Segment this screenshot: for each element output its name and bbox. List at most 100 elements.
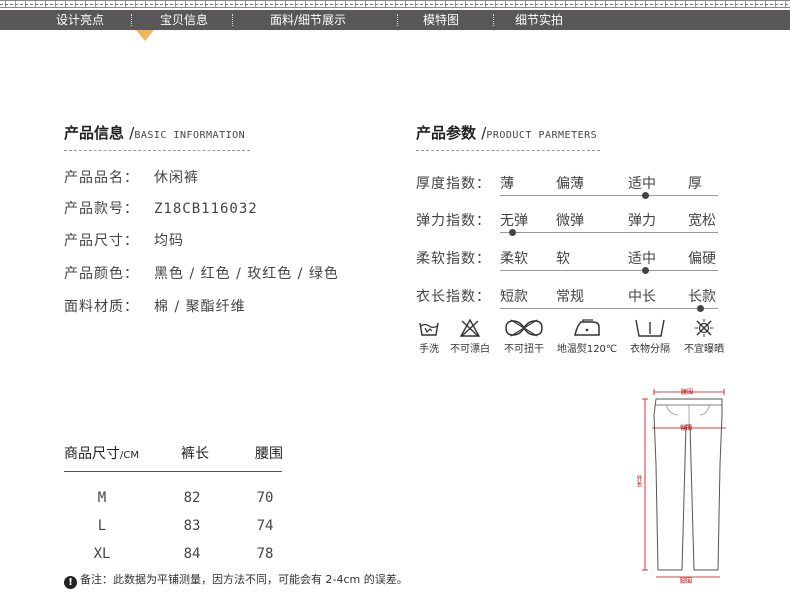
size-header-name: 商品尺寸/CM [64, 443, 139, 463]
param-option: 弹力 [628, 213, 656, 229]
nav-tab-fabric[interactable]: 面料/细节展示 [270, 10, 346, 30]
param-option: 宽松 [688, 213, 716, 229]
nav-divider [397, 14, 398, 26]
size-name-cell: M [97, 490, 107, 506]
product-params-title: 产品参数 /PRODUCT PARMETERS [416, 124, 598, 142]
param-scale-line [500, 195, 718, 196]
param-label: 弹力指数： [416, 213, 491, 229]
param-option: 适中 [628, 251, 656, 267]
info-label: 产品颜色： [64, 266, 139, 282]
hip-label: 臀围 [680, 425, 693, 432]
care-label: 地温熨120℃ [556, 344, 618, 355]
param-label: 衣长指数： [416, 289, 491, 305]
product-info-subtitle: BASIC INFORMATION [134, 130, 246, 141]
nav-divider [493, 14, 494, 26]
product-params-heading: 产品参数 [416, 124, 477, 142]
size-value-cell: 70 [256, 490, 274, 506]
care-label: 不可扭干 [504, 344, 544, 355]
care-label: 不可漂白 [450, 344, 490, 355]
info-value: Z18CB116032 [154, 201, 258, 217]
care-item: 手洗 [416, 318, 442, 355]
nav-active-pointer-icon [136, 30, 154, 41]
care-item: 地温熨120℃ [556, 318, 618, 355]
param-label: 柔软指数： [416, 251, 491, 267]
info-row: 面料材质： 棉 / 聚酯纤维 [64, 296, 246, 316]
info-row: 产品品名： 休闲裤 [64, 167, 199, 187]
info-label: 产品尺寸： [64, 233, 139, 249]
size-value-cell: 84 [183, 546, 201, 562]
product-params-subtitle: PRODUCT PARMETERS [486, 130, 598, 141]
param-option: 无弹 [500, 213, 528, 229]
care-item: 不可漂白 [446, 318, 494, 355]
param-option: 中长 [628, 289, 656, 305]
info-label: 产品品名： [64, 170, 139, 186]
waist-label: 腰围 [681, 389, 694, 396]
size-name-cell: XL [93, 546, 111, 562]
note: ! 备注：此数据为平铺测量，因方法不同，可能会有 2-4cm 的误差。 [64, 571, 408, 589]
info-value: 棉 / 聚酯纤维 [154, 299, 246, 315]
length-label: 外长 [635, 475, 642, 487]
param-option: 薄 [500, 176, 514, 192]
note-text: 备注：此数据为平铺测量，因方法不同，可能会有 2-4cm 的误差。 [80, 573, 408, 586]
param-option: 短款 [500, 289, 528, 305]
size-value-cell: 82 [183, 490, 201, 506]
size-value-cell: 78 [256, 546, 274, 562]
param-option: 适中 [628, 176, 656, 192]
info-value: 黑色 / 红色 / 玫红色 / 绿色 [154, 266, 339, 282]
size-header-label: 商品尺寸 [64, 446, 120, 462]
param-indicator-dot [642, 192, 649, 199]
info-label: 面料材质： [64, 299, 139, 315]
nav-tab-detail[interactable]: 细节实拍 [515, 10, 563, 30]
hem-label: 脚围 [680, 578, 693, 585]
info-value: 休闲裤 [154, 170, 199, 186]
divider [64, 471, 282, 472]
param-scale-line [500, 270, 718, 271]
size-unit: /CM [120, 450, 139, 461]
iron-icon [574, 319, 600, 336]
nav-divider [232, 14, 233, 26]
no-wring-icon [505, 319, 543, 337]
divider [64, 150, 250, 151]
info-label: 产品款号： [64, 201, 139, 217]
exclamation-icon: ! [64, 576, 77, 589]
param-scale-line [500, 232, 718, 233]
care-label: 不宜曝晒 [684, 344, 724, 355]
param-option: 软 [556, 251, 570, 267]
param-option: 偏硬 [688, 251, 716, 267]
param-indicator-dot [697, 305, 704, 312]
param-option: 微弹 [556, 213, 584, 229]
top-nav: 设计亮点 宝贝信息 面料/细节展示 模特图 细节实拍 [0, 10, 790, 30]
nav-tab-info[interactable]: 宝贝信息 [160, 10, 208, 30]
no-bleach-icon [459, 318, 481, 337]
separate-wash-icon [635, 319, 665, 337]
care-item: 不宜曝晒 [680, 318, 728, 355]
divider [416, 150, 600, 151]
param-option: 偏薄 [556, 176, 584, 192]
param-label: 厚度指数： [416, 176, 491, 192]
param-option: 柔软 [500, 251, 528, 267]
pants-measure-diagram: 腰围 臀围 外长 脚围 [620, 385, 750, 585]
param-option: 常规 [556, 289, 584, 305]
info-value: 均码 [154, 233, 184, 249]
care-item: 衣物分隔 [626, 318, 674, 355]
care-item: 不可扭干 [500, 318, 548, 355]
nav-divider [131, 14, 132, 26]
top-decor-border [0, 0, 790, 8]
param-indicator-dot [509, 229, 516, 236]
param-option: 长款 [688, 289, 716, 305]
product-info-title: 产品信息 /BASIC INFORMATION [64, 124, 246, 142]
param-option: 厚 [688, 176, 702, 192]
care-label: 手洗 [419, 344, 439, 355]
size-value-cell: 74 [256, 518, 274, 534]
nav-tab-model[interactable]: 模特图 [423, 10, 459, 30]
info-row: 产品颜色： 黑色 / 红色 / 玫红色 / 绿色 [64, 263, 339, 283]
hand-wash-icon [419, 322, 439, 336]
info-row: 产品款号： Z18CB116032 [64, 198, 258, 218]
care-label: 衣物分隔 [630, 344, 670, 355]
param-indicator-dot [642, 267, 649, 274]
size-header-length: 裤长 [181, 446, 209, 462]
nav-tab-design[interactable]: 设计亮点 [56, 10, 104, 30]
size-header-waist: 腰围 [255, 446, 283, 462]
param-scale-line [500, 308, 718, 309]
info-row: 产品尺寸： 均码 [64, 230, 184, 250]
